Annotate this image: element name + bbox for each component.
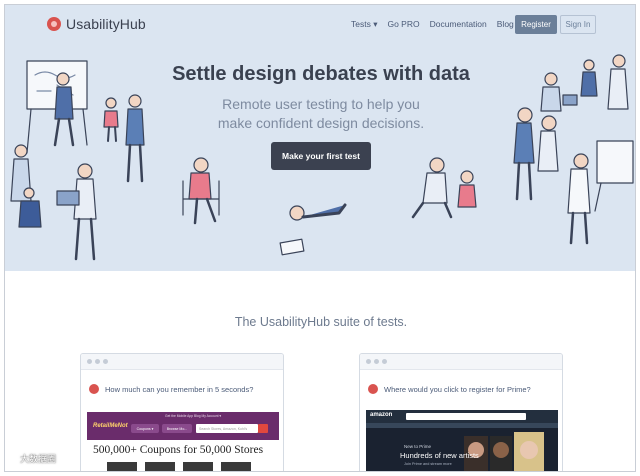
- preview-amazon-logo: amazon: [370, 412, 393, 418]
- preview-artist-photos: [464, 432, 544, 471]
- test-card-five-second[interactable]: How much can you remember in 5 seconds? …: [80, 353, 284, 471]
- preview-amazon-headline: Hundreds of new artists: [400, 451, 479, 460]
- nav-link-tests[interactable]: Tests ▾: [351, 19, 377, 30]
- preview-thumbnail: [145, 462, 175, 471]
- preview-search-go-icon: [258, 424, 268, 433]
- window-dot-icon: [366, 359, 371, 364]
- logo-icon: [47, 17, 61, 31]
- preview-amazon-banner: New to Prime Hundreds of new artists Joi…: [366, 428, 558, 471]
- nav-link-go-pro[interactable]: Go PRO: [387, 19, 419, 30]
- preview-thumbnails: [107, 462, 251, 471]
- sign-in-button[interactable]: Sign In: [560, 15, 596, 34]
- card-question: How much can you remember in 5 seconds?: [81, 370, 283, 400]
- question-icon: [89, 384, 99, 394]
- preview-amazon-caption: Join Prime and stream more: [404, 462, 452, 466]
- suite-title: The UsabilityHub suite of tests.: [234, 315, 408, 329]
- register-button[interactable]: Register: [515, 15, 557, 34]
- hero-title: Settle design debates with data: [172, 63, 470, 85]
- window-dot-icon: [95, 359, 100, 364]
- logo-text: UsabilityHub: [66, 16, 146, 32]
- hero-section: UsabilityHub Tests ▾ Go PRO Documentatio…: [5, 5, 635, 271]
- preview-site-topnav: Get the Mobile App Blog My Account ▾: [165, 414, 222, 418]
- preview-amazon-search: [406, 413, 526, 420]
- preview-site-amazon: amazon New to Prime Hundreds of new arti…: [366, 410, 558, 471]
- nav-links: Tests ▾ Go PRO Documentation Blog: [351, 19, 524, 30]
- preview-site-coupons: Get the Mobile App Blog My Account ▾ Ret…: [87, 412, 279, 471]
- logo[interactable]: UsabilityHub: [47, 16, 146, 32]
- preview-thumbnail: [183, 462, 213, 471]
- preview-thumbnail: [107, 462, 137, 471]
- watermark-logo-icon: [6, 453, 18, 464]
- preview-search-box: Search Stores, Amazon, Kohl's: [196, 424, 258, 433]
- preview-amazon-eyebrow: New to Prime: [404, 444, 432, 449]
- card-window-bar: [360, 354, 562, 370]
- nav-link-documentation[interactable]: Documentation: [430, 19, 487, 30]
- window-dot-icon: [87, 359, 92, 364]
- card-window-bar: [81, 354, 283, 370]
- hero-subtitle: Remote user testing to help you make con…: [5, 95, 635, 133]
- card-question-text: How much can you remember in 5 seconds?: [105, 384, 254, 394]
- window-dot-icon: [374, 359, 379, 364]
- preview-site-headline: 500,000+ Coupons for 50,000 Stores: [93, 444, 264, 456]
- preview-coupons-pill: Coupons ▾: [131, 424, 159, 433]
- preview-thumbnail: [221, 462, 251, 471]
- card-question: Where would you click to register for Pr…: [360, 370, 562, 400]
- top-nav: UsabilityHub Tests ▾ Go PRO Documentatio…: [5, 5, 635, 45]
- test-card-click[interactable]: Where would you click to register for Pr…: [359, 353, 563, 471]
- watermark: 大数据圈: [6, 452, 56, 465]
- browser-frame: UsabilityHub Tests ▾ Go PRO Documentatio…: [4, 4, 636, 472]
- preview-site-logo: RetailMeNot: [93, 423, 128, 429]
- watermark-text: 大数据圈: [20, 454, 57, 464]
- hero-subtitle-line-2: make confident design decisions.: [217, 115, 425, 131]
- make-first-test-button[interactable]: Make your first test: [271, 142, 371, 170]
- preview-amazon-header: amazon: [366, 410, 558, 423]
- preview-site-header: Get the Mobile App Blog My Account ▾ Ret…: [87, 412, 279, 440]
- preview-browse-pill: Browse Mo...: [162, 424, 192, 433]
- window-dot-icon: [103, 359, 108, 364]
- card-question-text: Where would you click to register for Pr…: [384, 384, 531, 394]
- nav-link-blog[interactable]: Blog: [497, 19, 514, 30]
- hero-subtitle-line-1: Remote user testing to help you: [222, 96, 420, 112]
- window-dot-icon: [382, 359, 387, 364]
- question-icon: [368, 384, 378, 394]
